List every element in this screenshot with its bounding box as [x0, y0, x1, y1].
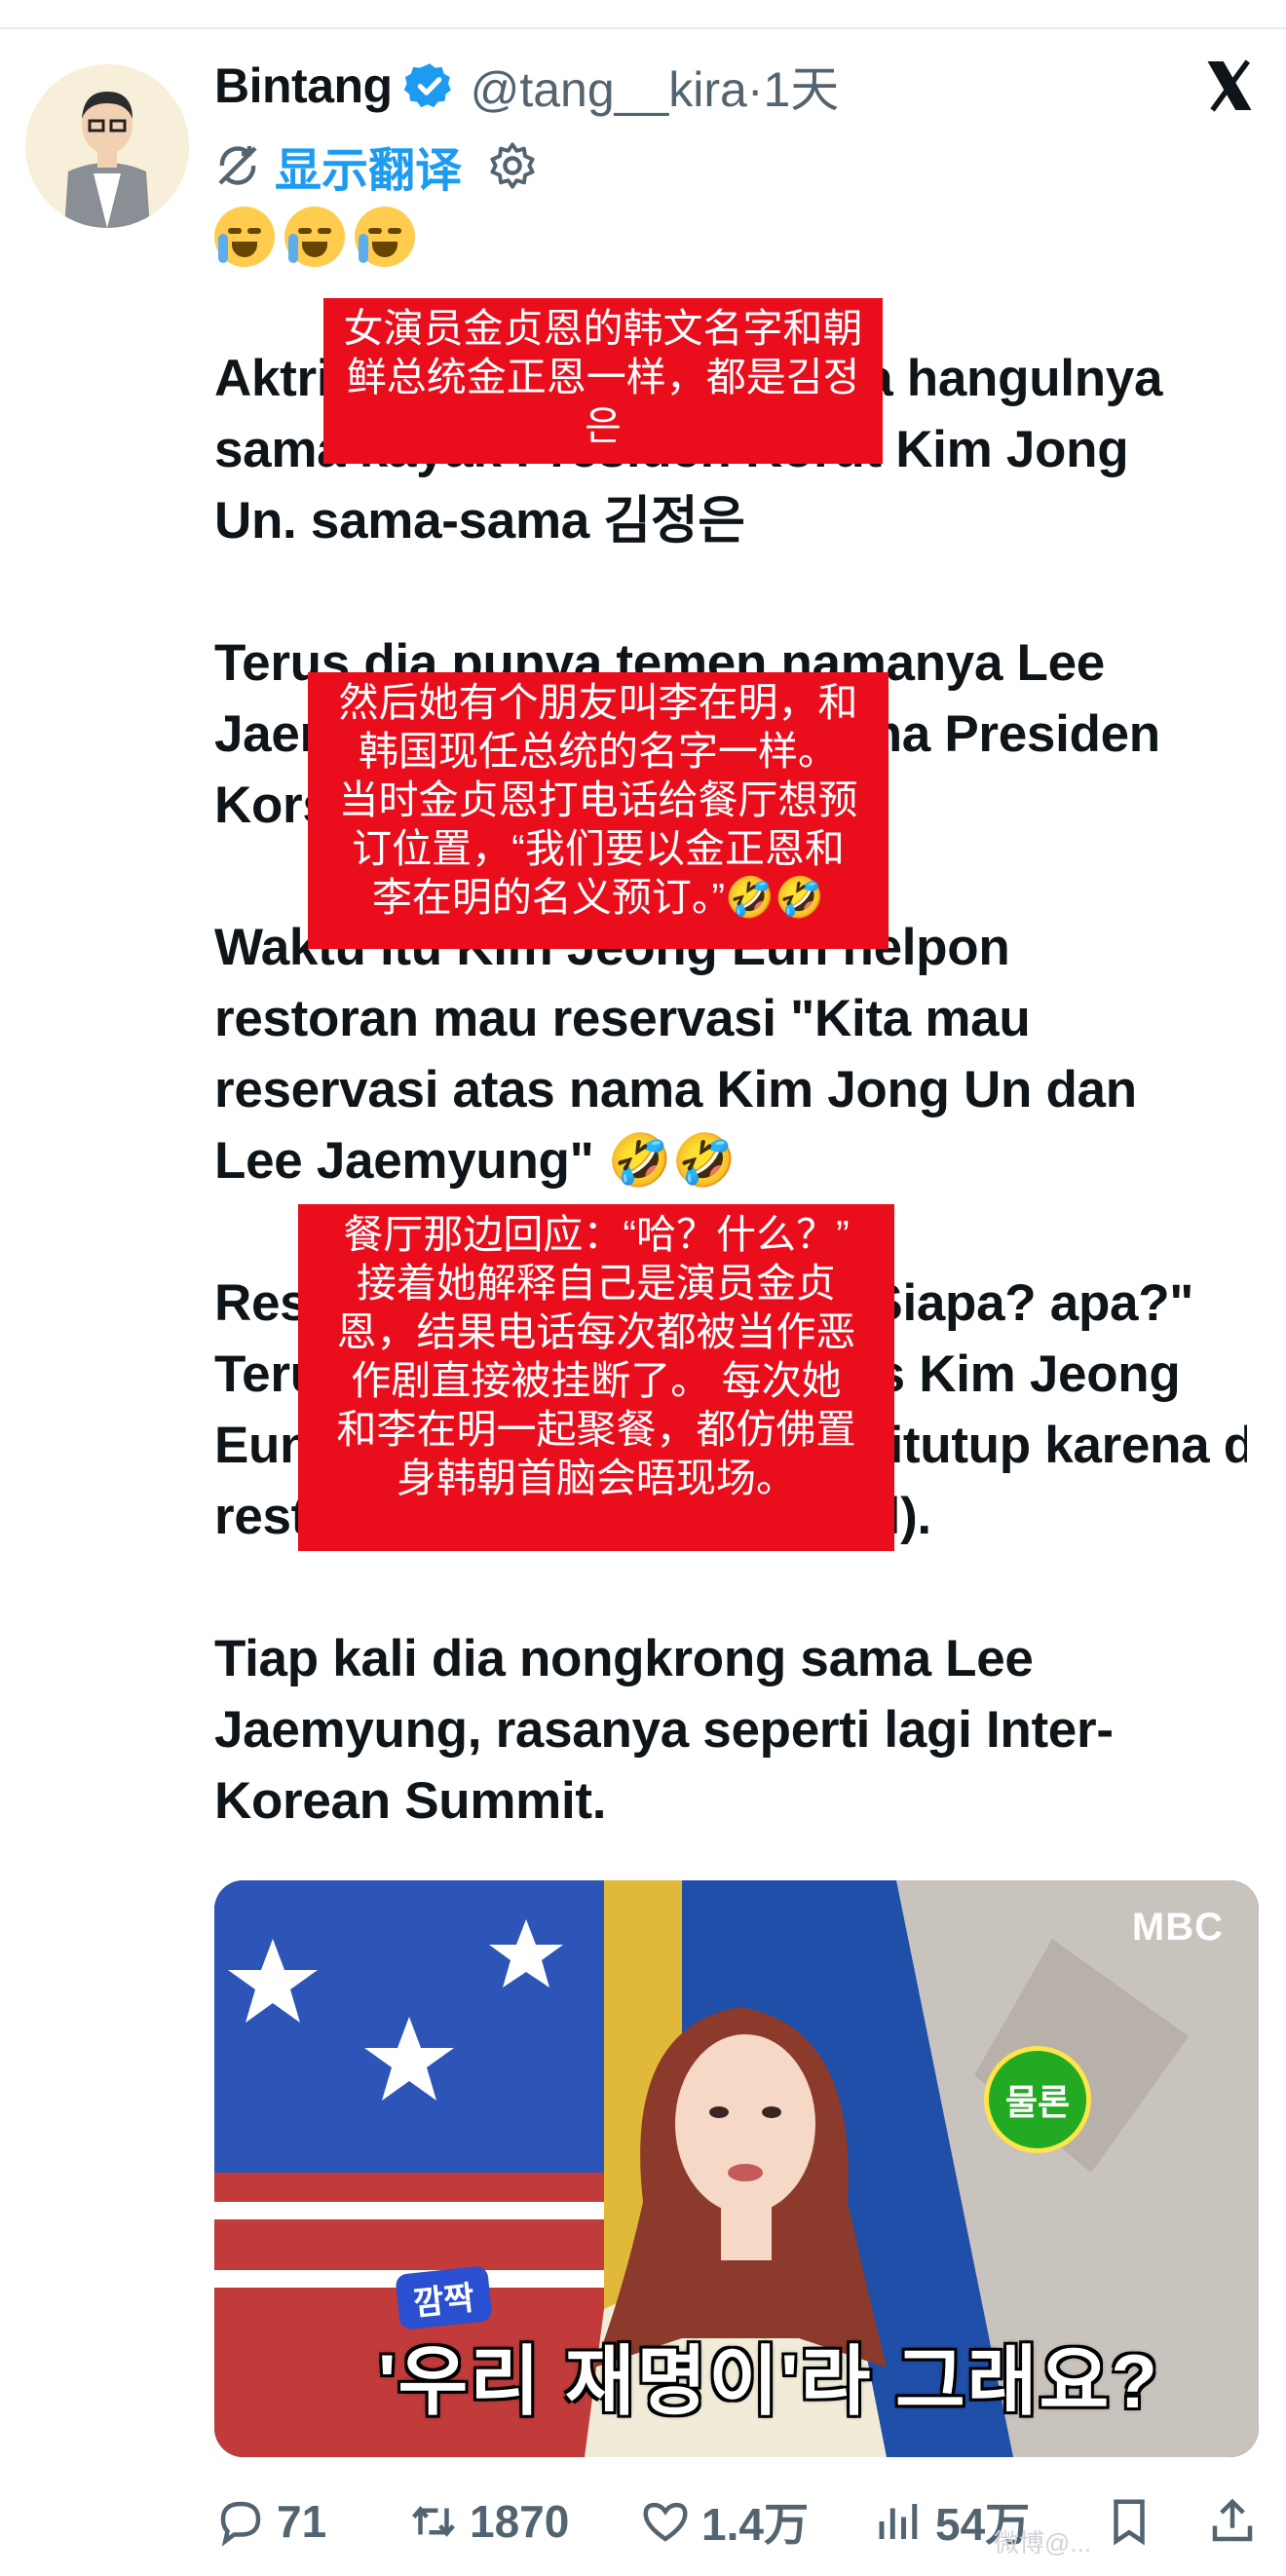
crying-face-icon	[214, 207, 275, 267]
close-icon[interactable]	[1200, 57, 1259, 115]
display-name[interactable]: Bintang	[214, 57, 393, 114]
sticker-bubble: 물론	[984, 2046, 1091, 2153]
annotation-line: 身韩朝首脑会晤现场。	[397, 1456, 796, 1500]
text-line: reservasi atas nama Kim Jong Un dan	[214, 1061, 1137, 1118]
video-caption: '우리 재명이'라 그래요?	[378, 2338, 1159, 2424]
repost-button[interactable]: 1870	[407, 2481, 569, 2562]
tweet-media-image[interactable]: MBC 물론 깜짝 '우리 재명이'라 그래요?	[214, 1880, 1259, 2457]
share-icon	[1212, 2498, 1253, 2542]
handle-and-time[interactable]: @tang__kira·1天	[471, 51, 840, 121]
show-translation-link[interactable]: 显示翻译	[275, 132, 462, 200]
annotation-line: 和李在明一起聚餐，都仿佛置	[336, 1407, 856, 1452]
text-line: restoran mau reservasi "Kita mau	[214, 990, 1031, 1047]
text-line: Korean Summit.	[214, 1772, 607, 1830]
annotation-line: 女演员金贞恩的韩文名字和朝	[343, 306, 863, 351]
gear-icon[interactable]	[487, 140, 538, 191]
like-count: 1.4万	[701, 2499, 809, 2550]
bookmark-button[interactable]	[1103, 2481, 1165, 2562]
text-line: Tiap kali dia nongkrong sama Lee	[214, 1630, 1034, 1687]
annotation-line: 接着她解释自己是演员金贞	[357, 1261, 836, 1306]
reply-count: 71	[277, 2496, 327, 2547]
repost-count: 1870	[470, 2496, 570, 2547]
annotation-line: 然后她有个朋友叫李在明，和	[338, 680, 858, 725]
tweet-text: Aktris Kim Jeong Eun nama hangulnya sama…	[214, 343, 1247, 1908]
annotation-line: 恩，结果电话每次都被当作恶	[336, 1309, 856, 1354]
verified-badge-icon	[403, 63, 451, 108]
top-divider	[0, 27, 1286, 29]
translate-row: 显示翻译	[214, 134, 538, 197]
annotation-line: 餐厅那边回应：“哈？什么？”	[343, 1212, 850, 1257]
text-line: Jaemyung, rasanya seperti lagi Inter-	[214, 1701, 1114, 1759]
tweet-header: Bintang @tang__kira·1天	[214, 51, 839, 121]
reply-icon	[220, 2501, 261, 2547]
annotation-box: 然后她有个朋友叫李在明，和 韩国现任总统的名字一样。 当时金贞恩打电话给餐厅想预…	[308, 672, 889, 949]
avatar[interactable]	[25, 64, 189, 228]
annotation-box: 餐厅那边回应：“哈？什么？” 接着她解释自己是演员金贞 恩，结果电话每次都被当作…	[298, 1204, 894, 1551]
mbc-logo: MBC	[1131, 1906, 1224, 1949]
crying-face-icon	[355, 207, 415, 267]
bookmark-icon	[1114, 2499, 1145, 2546]
tweet-action-bar: 71 1870 1.4万 54万	[214, 2481, 1276, 2562]
annotation-line: 韩国现任总统的名字一样。	[359, 729, 838, 774]
annotation-line: 鲜总统金正恩一样，都是김정	[346, 355, 860, 399]
text-line: Lee Jaemyung" 🤣🤣	[214, 1132, 737, 1190]
text-line: Un. sama-sama 김정은	[214, 492, 745, 549]
emoji-row	[214, 207, 415, 267]
like-button[interactable]: 1.4万	[639, 2481, 809, 2562]
share-button[interactable]	[1206, 2481, 1268, 2562]
annotation-line: 은	[585, 403, 622, 448]
tweet-paragraph: Waktu itu Kim Jeong Eun nelpon restoran …	[214, 912, 1247, 1196]
tweet-paragraph: Tiap kali dia nongkrong sama Lee Jaemyun…	[214, 1623, 1247, 1837]
annotation-line: 订位置，“我们要以金正恩和	[352, 826, 845, 871]
heart-icon	[643, 2502, 688, 2542]
annotation-line: 当时金贞恩打电话给餐厅想预	[338, 777, 858, 822]
annotation-box: 女演员金贞恩的韩文名字和朝 鲜总统金正恩一样，都是김정 은	[323, 298, 883, 464]
views-icon	[879, 2504, 918, 2539]
watermark: 微博@...	[994, 2528, 1092, 2557]
annotation-line: 李在明的名义预订。”🤣🤣	[371, 875, 825, 920]
repost-icon	[412, 2506, 455, 2537]
translate-icon	[218, 146, 257, 185]
annotation-line: 作剧直接被挂断了。 每次她	[351, 1358, 842, 1403]
reply-button[interactable]: 71	[214, 2481, 326, 2562]
crying-face-icon	[284, 207, 345, 267]
